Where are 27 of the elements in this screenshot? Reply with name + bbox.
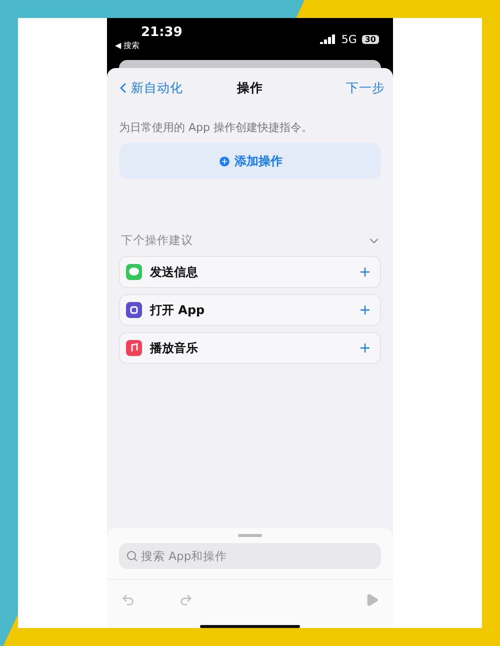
plus-circle-icon	[218, 154, 230, 168]
section-title: 下个操作建议	[121, 233, 193, 248]
drag-handle[interactable]	[238, 534, 262, 537]
network-label: 5G	[341, 32, 357, 46]
back-to-app-link[interactable]: ◀ 搜索	[115, 40, 182, 51]
play-icon[interactable]	[365, 593, 379, 607]
intro-text: 为日常使用的 App 操作创建快捷指令。	[119, 120, 314, 135]
suggestion-item[interactable]: 播放音乐	[119, 332, 381, 364]
clock-time: 21:39	[141, 25, 182, 40]
undo-icon[interactable]	[121, 593, 135, 607]
plus-icon[interactable]	[358, 303, 372, 317]
plus-icon[interactable]	[358, 265, 372, 279]
back-button[interactable]: 新自动化	[115, 80, 183, 96]
signal-icon	[320, 34, 336, 44]
battery-level: 30	[362, 34, 379, 44]
page-title: 操作	[237, 80, 263, 96]
search-field[interactable]: 搜索 App和操作	[119, 543, 381, 569]
speech-bubble-icon	[126, 264, 142, 280]
plus-icon[interactable]	[358, 341, 372, 355]
suggestion-label: 播放音乐	[150, 340, 199, 356]
redo-icon[interactable]	[179, 593, 193, 607]
suggestion-label: 发送信息	[150, 264, 199, 280]
app-square-icon	[126, 302, 142, 318]
suggestion-item[interactable]: 打开 App	[119, 294, 381, 326]
suggestion-item[interactable]: 发送信息	[119, 256, 381, 288]
suggestion-label: 打开 App	[150, 302, 206, 318]
next-button[interactable]: 下一步	[346, 80, 385, 96]
